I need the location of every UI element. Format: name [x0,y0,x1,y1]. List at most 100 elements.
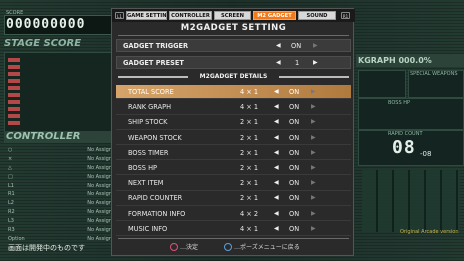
tab-m2-gadget[interactable]: M2 GADGET [253,11,296,20]
timer-sub: -08 [420,150,432,158]
controller-row: L2 No Assign [4,199,116,209]
gadget-detail-row[interactable]: BOSS TIMER 2 × 1 ◀ ON ▶ [116,146,351,161]
controller-row: □ No Assign [4,173,116,182]
score-digits: 000000000 [6,17,86,32]
arrow-left-icon[interactable]: ◀ [274,87,279,97]
controller-assign-value: No Assign [87,155,112,162]
gadget-detail-row[interactable]: SHIP STOCK 2 × 1 ◀ ON ▶ [116,115,351,130]
controller-assign-value: No Assign [87,173,112,180]
dialog-title: M2GADGET SETTING [180,23,287,33]
circle-button-icon [170,243,178,251]
controller-button-label: R2 [8,209,15,216]
arrow-left-icon[interactable]: ◀ [274,117,279,127]
controller-assign-value: No Assign [87,200,112,207]
controller-assign-value: No Assign [87,235,112,242]
gadget-grid-panel [362,170,460,232]
controller-button-label: ○ [8,147,13,153]
controller-button-label: △ [8,164,12,171]
stage-indicator-dots [8,58,20,126]
arrow-left-icon[interactable]: ◀ [274,209,279,219]
gadget-detail-row[interactable]: FORMATION INFO 4 × 2 ◀ ON ▶ [116,207,351,221]
header-line-right [279,76,349,78]
gadget-preset-row[interactable]: GADGET PRESET ◀ 1 ▶ [116,56,351,69]
gadget-size: 2 × 1 [240,148,259,157]
back-hint: …ポーズメニューに戻る [234,244,300,251]
gadget-preset-label: GADGET PRESET [123,59,184,67]
controller-assign-value: No Assign [87,147,112,153]
controller-button-label: L2 [8,200,14,207]
r1-shoulder-icon[interactable]: R1 [341,12,350,19]
tab-sound[interactable]: SOUND [298,11,336,20]
gadget-size: 2 × 1 [240,118,259,127]
controller-row: ○ No Assign [4,146,116,155]
gadget-detail-row[interactable]: RAPID COUNTER 2 × 1 ◀ ON ▶ [116,191,351,206]
l1-shoulder-icon[interactable]: L1 [115,12,124,19]
arrow-right-icon[interactable]: ▶ [313,41,318,51]
arrow-left-icon[interactable]: ◀ [274,224,279,234]
arrow-left-icon[interactable]: ◀ [274,163,279,173]
gadget-size: 2 × 1 [240,164,259,172]
gadget-name: FORMATION INFO [128,209,186,218]
gadget-state: ON [289,194,300,203]
gadget-size: 2 × 1 [240,133,259,142]
gadget-size: 4 × 2 [240,209,259,218]
gadget-name: MUSIC INFO [128,224,168,233]
arrow-right-icon[interactable]: ▶ [311,163,316,173]
arrow-right-icon[interactable]: ▶ [311,133,316,143]
gadget-detail-row[interactable]: MUSIC INFO 4 × 1 ◀ ON ▶ [116,222,351,237]
arrow-right-icon[interactable]: ▶ [311,193,316,203]
gadget-name: RANK GRAPH [128,103,172,112]
arrow-right-icon[interactable]: ▶ [311,148,316,158]
arrow-left-icon[interactable]: ◀ [274,178,279,188]
gadget-detail-row[interactable]: TOTAL SCORE 4 × 1 ◀ ON ▶ [116,85,351,100]
controller-assign-value: No Assign [87,227,112,234]
gadget-trigger-value: ON [291,42,302,50]
arrow-left-icon[interactable]: ◀ [276,58,281,68]
gadget-state: ON [289,224,300,233]
controller-row: R1 No Assign [4,190,116,200]
gadget-trigger-row[interactable]: GADGET TRIGGER ◀ ON ▶ [116,39,351,52]
gadget-state: ON [289,118,300,127]
tab-controller[interactable]: CONTROLLER [169,11,212,20]
dialog-footer: …決定 …ポーズメニューに戻る [112,241,355,255]
special-weapons-label: SPECIAL WEAPONS [410,71,458,77]
controller-button-label: L1 [8,182,14,189]
controller-button-label: × [8,155,13,162]
stage-score-label: STAGE SCORE [4,38,82,49]
gadget-size: 4 × 1 [240,103,259,112]
rank-graph-label: KGRAPH 000.0% [358,56,432,65]
controller-label: CONTROLLER [4,131,114,143]
arrow-left-icon[interactable]: ◀ [274,102,279,112]
gadget-trigger-label: GADGET TRIGGER [123,42,189,50]
arrow-right-icon[interactable]: ▶ [311,178,316,188]
arrow-left-icon[interactable]: ◀ [276,41,281,51]
left-hud: SCORE 000000000 STAGE SCORE CONTROLLER ○… [0,0,118,261]
gadget-name: SHIP STOCK [128,118,168,127]
arrow-right-icon[interactable]: ▶ [311,117,316,127]
arrow-left-icon[interactable]: ◀ [274,148,279,158]
gadget-size: 4 × 1 [240,224,259,233]
gadget-detail-row[interactable]: BOSS HP 2 × 1 ◀ ON ▶ [116,161,351,176]
arrow-left-icon[interactable]: ◀ [274,193,279,203]
gadget-state: ON [289,148,300,157]
arrow-right-icon[interactable]: ▶ [311,102,316,112]
gadget-detail-row[interactable]: NEXT ITEM 2 × 1 ◀ ON ▶ [116,176,351,191]
arrow-right-icon[interactable]: ▶ [311,209,316,219]
controller-button-label: □ [8,173,13,180]
controller-button-label: R3 [8,227,15,234]
tab-game-setting[interactable]: GAME SETTING [126,11,167,20]
gadget-name: BOSS TIMER [128,148,169,157]
gadget-size: 2 × 1 [240,194,259,203]
gadget-size: 2 × 1 [240,179,259,188]
controller-button-label: Option [8,235,25,242]
arrow-right-icon[interactable]: ▶ [313,58,318,68]
gadget-detail-row[interactable]: RANK GRAPH 4 × 1 ◀ ON ▶ [116,100,351,115]
confirm-hint: …決定 [180,244,199,251]
title-divider [118,35,349,36]
arrow-right-icon[interactable]: ▶ [311,87,316,97]
arrow-right-icon[interactable]: ▶ [311,224,316,234]
controller-row: R2 No Assign [4,208,116,218]
gadget-detail-row[interactable]: WEAPON STOCK 2 × 1 ◀ ON ▶ [116,131,351,145]
arrow-left-icon[interactable]: ◀ [274,133,279,143]
tab-screen[interactable]: SCREEN [214,11,251,20]
